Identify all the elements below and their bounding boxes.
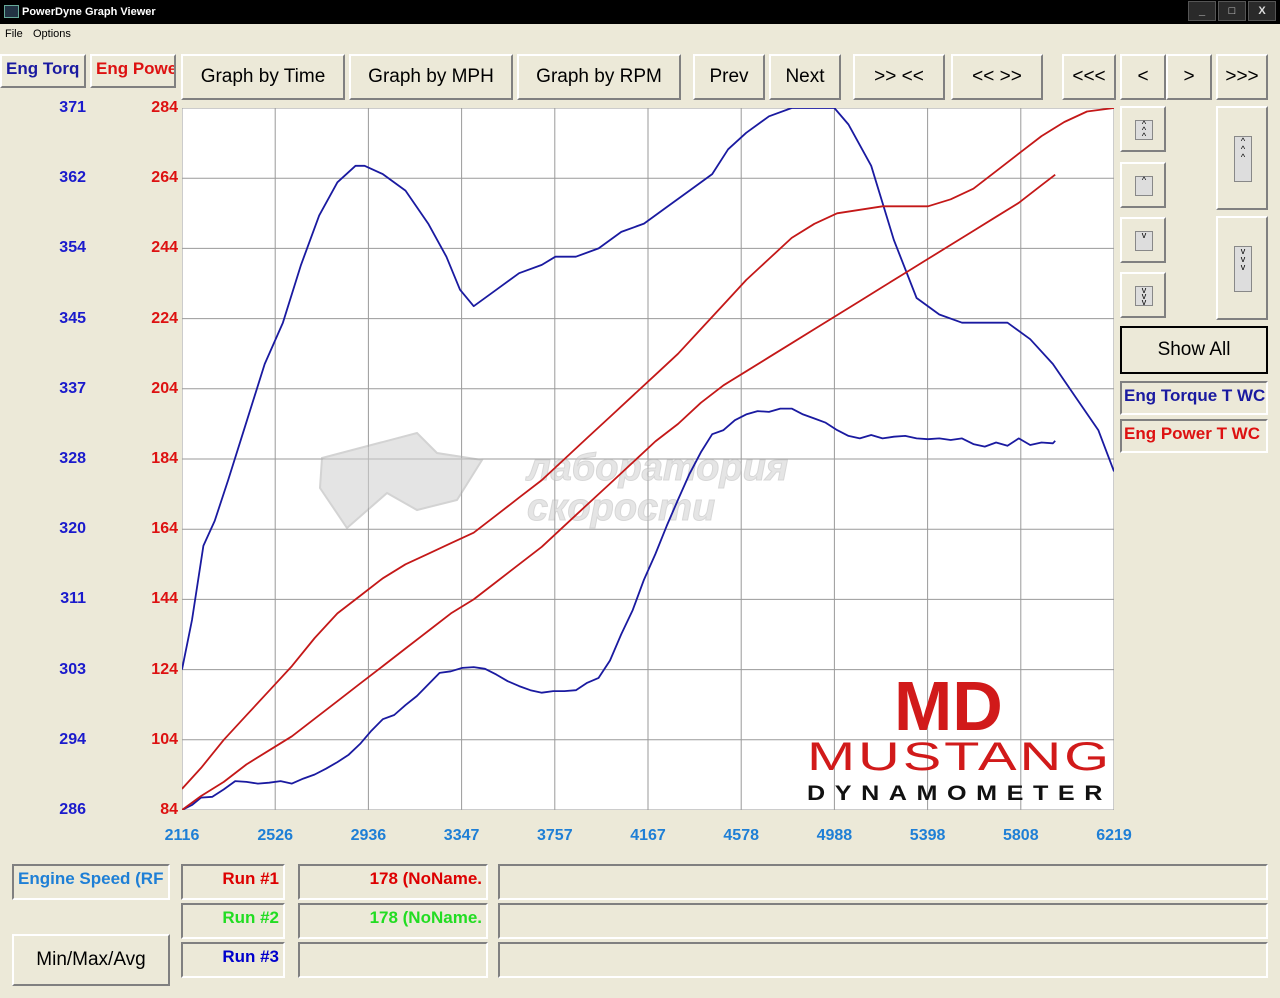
- y-right-tick-label: 84: [160, 801, 178, 818]
- y-right-tick-label: 124: [151, 660, 178, 678]
- run-1-info: [498, 864, 1268, 900]
- y-left-tick-label: 328: [59, 450, 86, 467]
- y-right-tick-label: 104: [151, 730, 178, 748]
- tab-eng-power[interactable]: Eng Powe: [90, 54, 176, 88]
- y-left-tick-label: 371: [59, 99, 86, 116]
- zoom-in-button[interactable]: >> <<: [853, 54, 945, 100]
- shift-up-button[interactable]: ^ ^ ^: [1216, 106, 1268, 210]
- y-right-tick-label: 184: [151, 450, 178, 467]
- double-chevron-up-icon: ^ ^ ^: [1135, 120, 1153, 141]
- run-2-info: [498, 903, 1268, 939]
- maximize-button[interactable]: □: [1218, 1, 1246, 21]
- y-left-tick-label: 311: [60, 590, 86, 608]
- y-left-tick-label: 320: [59, 520, 86, 538]
- y-right-tick-label: 284: [151, 99, 178, 116]
- y-right-tick-label: 244: [151, 239, 178, 257]
- chevrons-up-icon: ^ ^ ^: [1234, 136, 1252, 182]
- scale-down-button[interactable]: v: [1120, 217, 1166, 263]
- minimize-button[interactable]: _: [1188, 1, 1216, 21]
- double-chevron-down-icon: vvv: [1135, 286, 1153, 307]
- tab-eng-torque[interactable]: Eng Torq: [0, 54, 86, 88]
- y-right-tick-label: 224: [151, 309, 178, 327]
- run-3-label: Run #3: [181, 942, 285, 978]
- graph-by-rpm-button[interactable]: Graph by RPM: [517, 54, 681, 100]
- scroll-far-left-button[interactable]: <<<: [1062, 54, 1116, 100]
- x-tick-label: 5808: [1003, 827, 1039, 844]
- show-all-button[interactable]: Show All: [1120, 326, 1268, 374]
- y-left-tick-label: 337: [59, 379, 86, 397]
- logo-mark: MD: [894, 667, 1003, 745]
- watermark-line1: лаборатория: [525, 447, 788, 489]
- title-bar: PowerDyne Graph Viewer _ □ X: [0, 0, 1280, 24]
- shift-down-button[interactable]: vvv: [1216, 216, 1268, 320]
- y-left-tick-label: 286: [59, 801, 86, 818]
- run-3-value: [298, 942, 488, 978]
- logo-sub: DYNAMOMETER: [807, 782, 1112, 805]
- x-tick-label: 2526: [257, 827, 293, 844]
- menu-file[interactable]: File: [5, 28, 23, 40]
- run-1-value: 178 (NoName.: [298, 864, 488, 900]
- run-1-label: Run #1: [181, 864, 285, 900]
- y-right-tick-label: 144: [151, 590, 178, 608]
- y-left-tick-label: 354: [59, 239, 86, 257]
- x-tick-label: 3347: [443, 827, 480, 844]
- x-tick-label: 2116: [164, 827, 200, 844]
- x-tick-label: 4988: [816, 827, 853, 844]
- y-left-tick-label: 303: [59, 660, 86, 678]
- run-3-info: [498, 942, 1268, 978]
- scroll-far-right-button[interactable]: >>>: [1216, 54, 1268, 100]
- run-2-value: 178 (NoName.: [298, 903, 488, 939]
- y-right-tick-label: 264: [151, 169, 178, 187]
- menu-bar: File Options: [0, 24, 1280, 44]
- app-icon: [4, 5, 19, 18]
- scale-up-fast-button[interactable]: ^ ^ ^: [1120, 106, 1166, 152]
- y-left-tick-label: 362: [59, 169, 86, 187]
- legend-eng-power[interactable]: Eng Power T WC: [1120, 419, 1268, 453]
- watermark-line2: скорости: [527, 487, 715, 529]
- window-controls: _ □ X: [1188, 1, 1276, 21]
- scale-down-fast-button[interactable]: vvv: [1120, 272, 1166, 318]
- next-button[interactable]: Next: [769, 54, 841, 100]
- window-title: PowerDyne Graph Viewer: [22, 6, 156, 18]
- zoom-out-button[interactable]: << >>: [951, 54, 1043, 100]
- y-left-tick-label: 345: [59, 309, 86, 327]
- graph-by-time-button[interactable]: Graph by Time: [181, 54, 345, 100]
- x-tick-label: 5398: [909, 827, 946, 844]
- y-right-tick-label: 164: [151, 520, 178, 538]
- min-max-avg-button[interactable]: Min/Max/Avg: [12, 934, 170, 986]
- y-left-tick-label: 294: [59, 730, 86, 748]
- graph-by-mph-button[interactable]: Graph by MPH: [349, 54, 513, 100]
- chevron-up-icon: ^: [1135, 176, 1153, 196]
- x-tick-label: 6219: [1096, 827, 1132, 844]
- menu-options[interactable]: Options: [33, 28, 71, 40]
- logo-name: MUSTANG: [807, 735, 1112, 779]
- x-tick-label: 2936: [350, 827, 387, 844]
- scroll-right-button[interactable]: >: [1166, 54, 1212, 100]
- chevron-down-icon: v: [1135, 231, 1153, 251]
- x-tick-label: 3757: [537, 827, 573, 844]
- close-button[interactable]: X: [1248, 1, 1276, 21]
- x-axis-name: Engine Speed (RF: [12, 864, 170, 900]
- run-2-label: Run #2: [181, 903, 285, 939]
- prev-button[interactable]: Prev: [693, 54, 765, 100]
- x-tick-label: 4167: [630, 827, 666, 844]
- dyno-chart: лаборатория скорости MD MUSTANG DYNAMOME…: [182, 108, 1114, 810]
- scale-up-button[interactable]: ^: [1120, 162, 1166, 208]
- y-right-tick-label: 204: [151, 379, 178, 397]
- legend-eng-torque[interactable]: Eng Torque T WC: [1120, 381, 1268, 415]
- scroll-left-button[interactable]: <: [1120, 54, 1166, 100]
- chevrons-down-icon: vvv: [1234, 246, 1252, 292]
- x-tick-label: 4578: [723, 827, 759, 844]
